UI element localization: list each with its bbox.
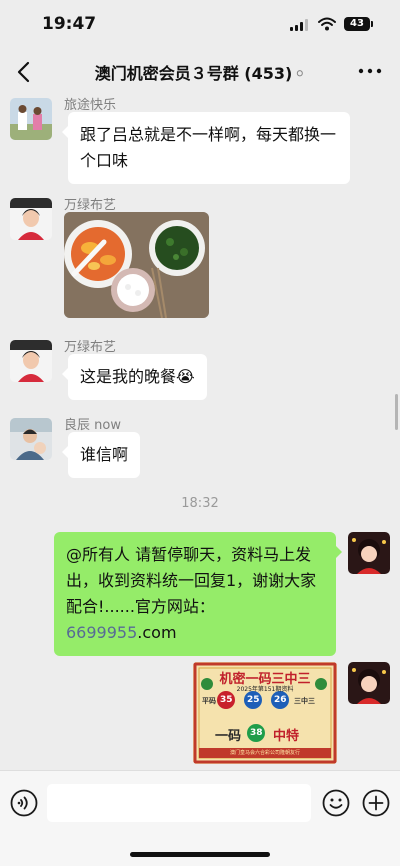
message-bubble[interactable]: 这是我的晚餐😭 bbox=[62, 354, 207, 400]
back-icon[interactable] bbox=[14, 60, 34, 84]
chat-header: 澳门机密会员３号群 (453) ⚪ bbox=[0, 50, 400, 94]
home-indicator[interactable] bbox=[130, 852, 270, 857]
sender-name: 万绿布艺 bbox=[64, 340, 117, 355]
ear-icon: ⚪ bbox=[294, 67, 306, 82]
scrollbar[interactable] bbox=[395, 394, 398, 430]
cellular-signal-icon bbox=[290, 19, 310, 31]
lottery-poster-image[interactable]: 机密一码三中三 2025年第151期资料 平码 35 25 26 三中三 一码 … bbox=[193, 662, 337, 764]
battery-level: 43 bbox=[344, 17, 370, 31]
avatar[interactable] bbox=[10, 340, 52, 382]
wifi-icon bbox=[318, 17, 336, 31]
sender-name: 良辰 now bbox=[64, 418, 121, 433]
message-timestamp: 18:32 bbox=[181, 496, 219, 511]
food-photo[interactable] bbox=[64, 212, 209, 318]
my-avatar[interactable] bbox=[348, 662, 390, 704]
poster-subtitle: 2025年第151期资料 bbox=[236, 686, 294, 693]
avatar[interactable] bbox=[10, 418, 52, 460]
sender-name: 旅途快乐 bbox=[64, 98, 117, 113]
poster-bottom-right: 中特 bbox=[273, 729, 300, 744]
emoji-icon[interactable] bbox=[321, 788, 351, 818]
poster-label-left: 平码 bbox=[202, 697, 216, 705]
message-text-suffix: .com bbox=[137, 623, 177, 642]
my-message-bubble[interactable]: @所有人 请暂停聊天，资料马上发出，收到资料统一回复1，谢谢大家配合!.....… bbox=[54, 532, 342, 656]
message-bubble[interactable]: 谁信啊 bbox=[61, 432, 141, 478]
status-bar: 19:47 43 bbox=[0, 0, 400, 50]
plus-icon[interactable] bbox=[361, 788, 391, 818]
website-link[interactable]: 6699955 bbox=[66, 623, 137, 642]
message-list[interactable]: 旅途快乐 跟了吕总就是不一样啊，每天都换一个口味 万绿布艺 万绿布艺 这是我的晚… bbox=[0, 94, 400, 770]
avatar[interactable] bbox=[10, 98, 52, 140]
group-name: 澳门机密会员３号群 (453) bbox=[94, 64, 293, 83]
message-text: @所有人 请暂停聊天，资料马上发出，收到资料统一回复1，谢谢大家配合!.....… bbox=[66, 545, 317, 616]
number-label: 35 bbox=[220, 695, 233, 705]
poster-label-right: 三中三 bbox=[294, 697, 315, 705]
number-label: 26 bbox=[274, 695, 287, 705]
more-icon[interactable] bbox=[358, 68, 382, 74]
sender-name: 万绿布艺 bbox=[64, 198, 117, 213]
avatar[interactable] bbox=[10, 198, 52, 240]
number-label: 38 bbox=[250, 728, 263, 738]
poster: 机密一码三中三 2025年第151期资料 平码 35 25 26 三中三 一码 … bbox=[193, 662, 337, 764]
number-label: 25 bbox=[247, 695, 260, 705]
status-time: 19:47 bbox=[42, 14, 97, 34]
poster-footer: 澳门皇马会六合彩公司隆朝友行 bbox=[229, 750, 300, 756]
my-avatar[interactable] bbox=[348, 532, 390, 574]
battery-icon bbox=[371, 21, 373, 27]
message-bubble[interactable]: 跟了吕总就是不一样啊，每天都换一个口味 bbox=[62, 112, 350, 184]
chat-title: 澳门机密会员３号群 (453) ⚪ bbox=[60, 60, 340, 84]
poster-bottom-left: 一码 bbox=[215, 729, 242, 744]
voice-icon[interactable] bbox=[9, 788, 39, 818]
message-input[interactable] bbox=[47, 784, 311, 822]
